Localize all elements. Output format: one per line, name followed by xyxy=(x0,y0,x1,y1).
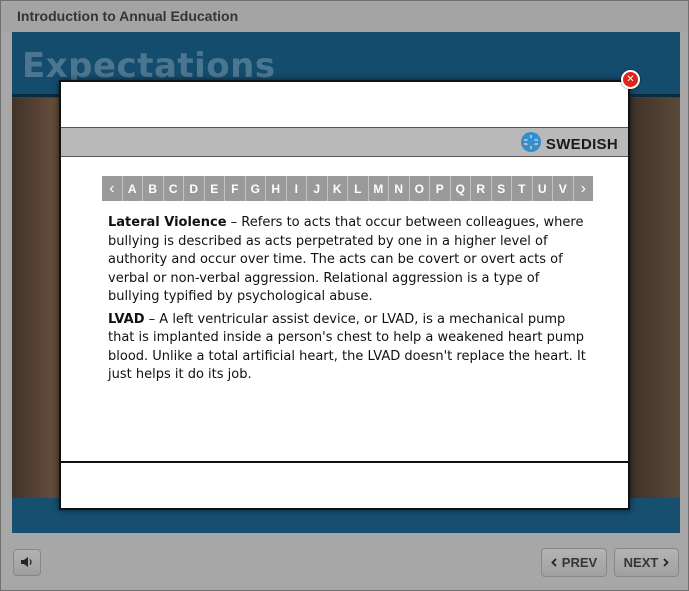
glossary-modal: SWEDISH ‹ A B C D E F G H I J K L M N O P Q R S T U V › Lateral… xyxy=(59,80,630,510)
brand-logo: SWEDISH xyxy=(520,131,618,157)
close-icon: ✕ xyxy=(626,74,635,85)
alphabet-letter-b[interactable]: B xyxy=(143,176,164,201)
alphabet-letter-t[interactable]: T xyxy=(512,176,533,201)
alphabet-letter-l[interactable]: L xyxy=(348,176,369,201)
alphabet-letter-k[interactable]: K xyxy=(328,176,348,201)
alphabet-letter-c[interactable]: C xyxy=(164,176,184,201)
brand-bar: SWEDISH xyxy=(61,127,628,157)
swedish-logo-icon xyxy=(520,131,542,157)
alphabet-letter-n[interactable]: N xyxy=(389,176,410,201)
alphabet-letter-r[interactable]: R xyxy=(471,176,492,201)
alphabet-letter-j[interactable]: J xyxy=(307,176,328,201)
glossary-definition: – A left ventricular assist device, or L… xyxy=(108,311,586,383)
alphabet-letter-v[interactable]: V xyxy=(553,176,574,201)
brand-name: SWEDISH xyxy=(545,135,618,153)
alphabet-prev-arrow[interactable]: ‹ xyxy=(102,176,123,201)
glossary-entries: Lateral Violence – Refers to acts that o… xyxy=(108,214,590,389)
alphabet-letter-e[interactable]: E xyxy=(205,176,225,201)
close-button[interactable]: ✕ xyxy=(621,70,640,89)
glossary-entry: LVAD – A left ventricular assist device,… xyxy=(108,311,590,385)
alphabet-letter-o[interactable]: O xyxy=(410,176,430,201)
alphabet-letter-s[interactable]: S xyxy=(492,176,512,201)
alphabet-letter-q[interactable]: Q xyxy=(451,176,471,201)
alphabet-letter-g[interactable]: G xyxy=(246,176,266,201)
alphabet-letter-h[interactable]: H xyxy=(266,176,287,201)
glossary-term: Lateral Violence xyxy=(108,215,227,230)
alphabet-letter-p[interactable]: P xyxy=(430,176,451,201)
modal-divider xyxy=(61,461,628,463)
glossary-entry: Lateral Violence – Refers to acts that o… xyxy=(108,214,590,307)
alphabet-letter-f[interactable]: F xyxy=(225,176,246,201)
alphabet-next-arrow[interactable]: › xyxy=(574,176,594,201)
alphabet-index: ‹ A B C D E F G H I J K L M N O P Q R S T U V › xyxy=(102,176,593,201)
alphabet-letter-i[interactable]: I xyxy=(287,176,307,201)
alphabet-letter-m[interactable]: M xyxy=(369,176,389,201)
alphabet-letter-u[interactable]: U xyxy=(533,176,553,201)
glossary-term: LVAD xyxy=(108,311,145,327)
alphabet-letter-a[interactable]: A xyxy=(123,176,143,201)
alphabet-letter-d[interactable]: D xyxy=(184,176,205,201)
